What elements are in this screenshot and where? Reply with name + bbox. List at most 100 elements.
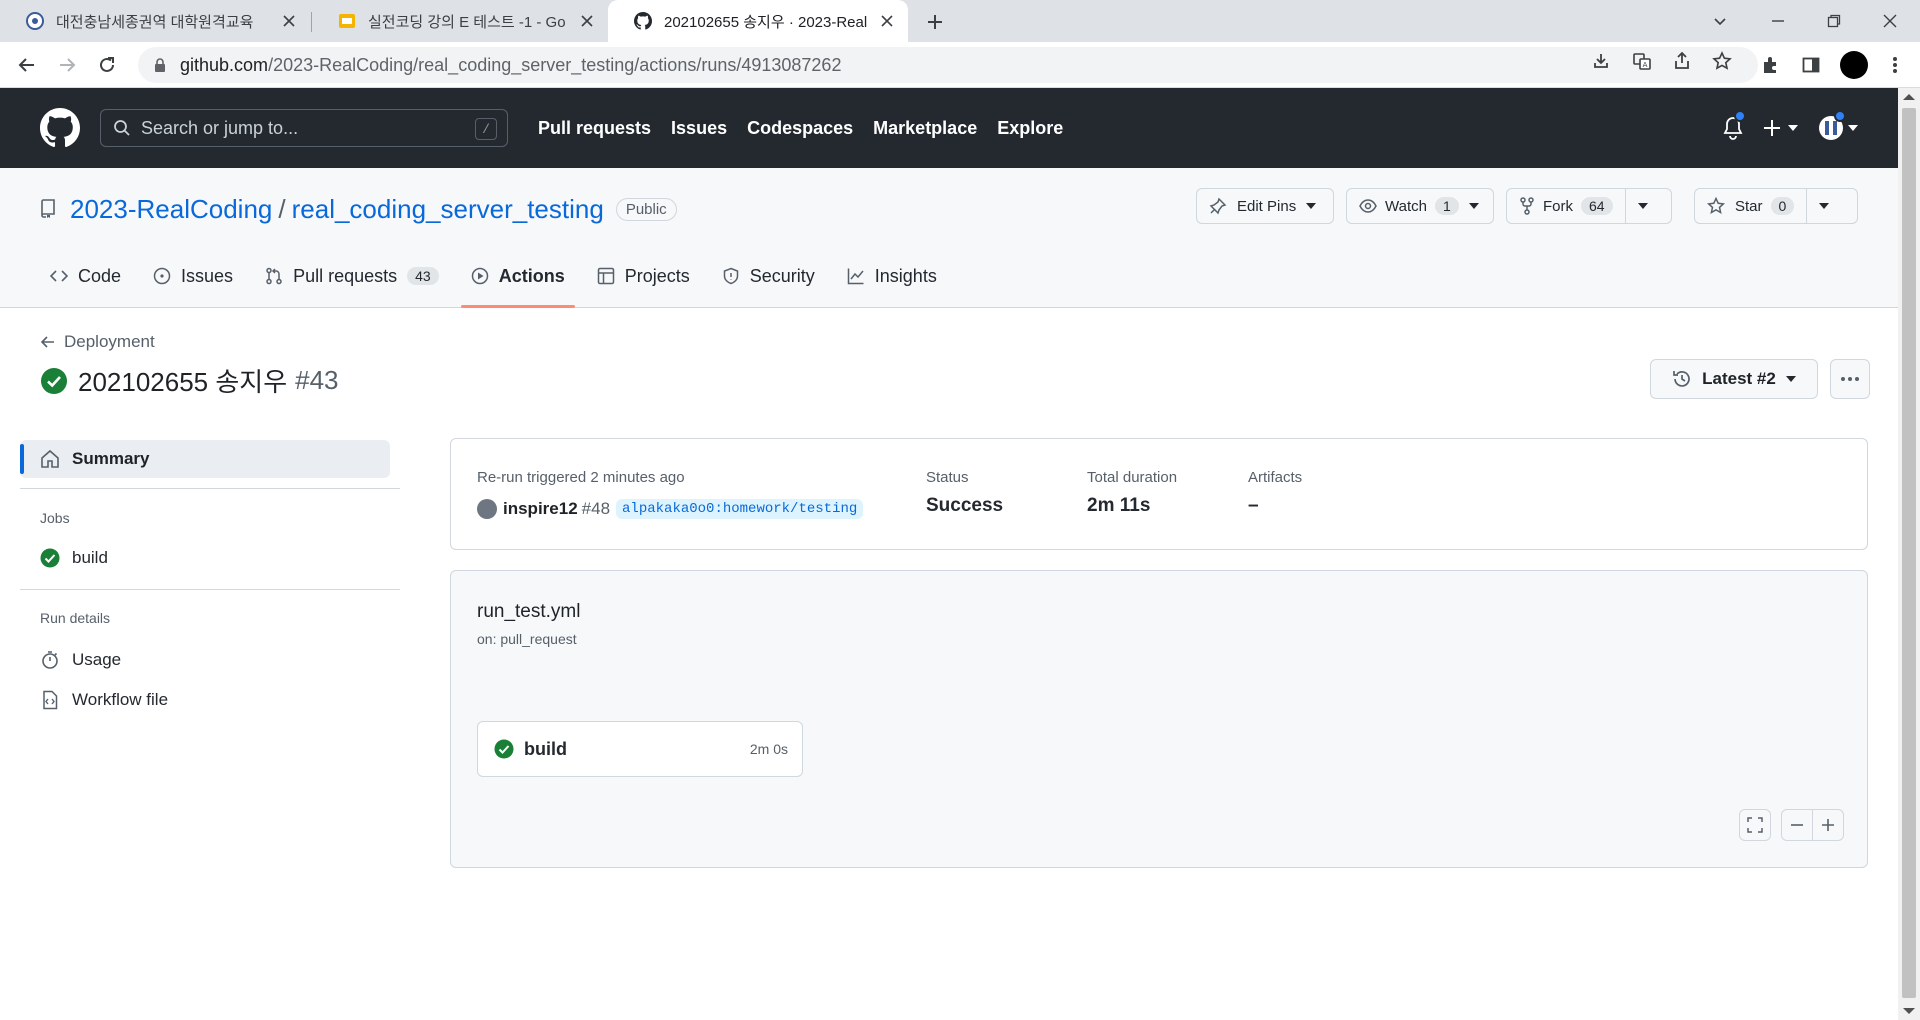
workflow-graph-card: run_test.yml on: pull_request build 2m 0… bbox=[450, 570, 1868, 868]
browser-tab-2[interactable]: 실전코딩 강의 E 테스트 -1 - Go bbox=[312, 0, 608, 42]
home-icon bbox=[41, 449, 59, 468]
side-panel-icon[interactable] bbox=[1800, 54, 1822, 76]
minimize-window-icon[interactable] bbox=[1750, 0, 1806, 42]
artifacts-value: – bbox=[1248, 495, 1259, 516]
tab-label: Projects bbox=[624, 265, 690, 286]
tab-actions[interactable]: Actions bbox=[460, 256, 575, 308]
edit-pins-label: Edit Pins bbox=[1237, 197, 1297, 215]
sidebar-item-build-job[interactable]: build bbox=[40, 548, 108, 568]
tab-insights[interactable]: Insights bbox=[837, 256, 947, 296]
edit-pins-button[interactable]: Edit Pins bbox=[1196, 188, 1334, 224]
stopwatch-icon bbox=[42, 651, 58, 669]
search-shortcut-hint: / bbox=[475, 118, 497, 140]
nav-pull-requests[interactable]: Pull requests bbox=[538, 118, 651, 139]
star-button[interactable]: Star 0 bbox=[1695, 189, 1806, 223]
job-node-build[interactable]: build 2m 0s bbox=[477, 721, 803, 777]
scroll-down-arrow-icon[interactable] bbox=[1903, 1008, 1915, 1014]
search-icon bbox=[113, 119, 131, 137]
close-tab-icon[interactable] bbox=[878, 12, 896, 30]
status-value: Success bbox=[926, 495, 1004, 516]
close-tab-icon[interactable] bbox=[578, 12, 596, 30]
tab-label: Security bbox=[749, 265, 815, 286]
user-avatar-menu[interactable] bbox=[1818, 110, 1858, 140]
nav-codespaces[interactable]: Codespaces bbox=[747, 118, 853, 139]
back-to-workflow-link[interactable]: Deployment bbox=[40, 332, 155, 352]
new-tab-plus-icon[interactable] bbox=[922, 9, 948, 35]
artifacts-label: Artifacts bbox=[1248, 469, 1303, 486]
scroll-up-arrow-icon[interactable] bbox=[1903, 94, 1915, 100]
reload-icon[interactable] bbox=[92, 50, 122, 80]
pin-icon bbox=[1209, 197, 1227, 215]
browser-tab-1[interactable]: 대전충남세종권역 대학원격교육 bbox=[0, 0, 310, 42]
fork-dropdown[interactable] bbox=[1626, 189, 1660, 223]
star-dropdown[interactable] bbox=[1807, 189, 1841, 223]
sidebar-job-label: build bbox=[72, 548, 108, 567]
run-actor: inspire12 #48 alpakaka0o0:homework/testi… bbox=[477, 499, 864, 519]
translate-icon[interactable]: A bbox=[1631, 50, 1653, 72]
repo-title: 2023-RealCoding / real_coding_server_tes… bbox=[40, 192, 677, 226]
check-circle-fill-icon bbox=[40, 367, 68, 395]
share-icon[interactable] bbox=[1671, 50, 1693, 72]
actor-avatar[interactable] bbox=[477, 499, 497, 519]
star-icon bbox=[1707, 197, 1725, 215]
forward-arrow-icon[interactable] bbox=[52, 50, 82, 80]
profile-avatar[interactable] bbox=[1840, 51, 1868, 79]
job-node-duration: 2m 0s bbox=[749, 741, 788, 757]
sidebar-summary-label: Summary bbox=[72, 449, 150, 468]
screen-full-icon bbox=[1747, 817, 1763, 833]
watch-button[interactable]: Watch 1 bbox=[1346, 188, 1494, 224]
sidebar-item-usage[interactable]: Usage bbox=[40, 650, 121, 670]
sidebar-item-workflow-file[interactable]: Workflow file bbox=[40, 690, 168, 710]
tab-code[interactable]: Code bbox=[40, 256, 131, 296]
github-search-input[interactable]: Search or jump to... / bbox=[100, 109, 508, 147]
github-global-nav: Pull requests Issues Codespaces Marketpl… bbox=[538, 88, 1083, 168]
scrollbar-thumb[interactable] bbox=[1902, 108, 1916, 998]
sidebar-usage-label: Usage bbox=[72, 650, 122, 669]
actor-name-link[interactable]: inspire12 bbox=[503, 499, 578, 519]
nav-issues[interactable]: Issues bbox=[671, 118, 727, 139]
close-window-icon[interactable] bbox=[1862, 0, 1918, 42]
install-app-icon[interactable] bbox=[1590, 50, 1612, 72]
page-scrollbar[interactable] bbox=[1898, 88, 1920, 1020]
run-number: #43 bbox=[295, 365, 339, 395]
shield-icon bbox=[723, 267, 738, 285]
fullscreen-button[interactable] bbox=[1739, 809, 1771, 841]
zoom-in-button[interactable] bbox=[1812, 809, 1844, 841]
job-node-name: build bbox=[524, 738, 567, 759]
check-circle-fill-icon bbox=[494, 739, 514, 759]
browser-menu-icon[interactable] bbox=[1884, 54, 1906, 76]
branch-label[interactable]: alpakaka0o0:homework/testing bbox=[616, 499, 864, 519]
browser-tab-active[interactable]: 202102655 송지우 · 2023-RealC bbox=[608, 0, 908, 42]
workflow-file-name[interactable]: run_test.yml bbox=[477, 601, 580, 623]
more-options-button[interactable] bbox=[1830, 359, 1870, 399]
fork-button[interactable]: Fork 64 bbox=[1507, 189, 1625, 223]
sidebar-item-summary[interactable]: Summary bbox=[20, 440, 390, 478]
tab-projects[interactable]: Projects bbox=[587, 256, 700, 296]
attempt-select-button[interactable]: Latest #2 bbox=[1650, 359, 1818, 399]
extensions-puzzle-icon[interactable] bbox=[1760, 54, 1782, 76]
chevron-down-icon bbox=[1788, 125, 1798, 131]
lock-icon bbox=[152, 57, 168, 73]
tab-search-chevron-icon[interactable] bbox=[1692, 0, 1748, 42]
tab-label: Actions bbox=[498, 265, 565, 286]
repo-owner-link[interactable]: 2023-RealCoding bbox=[70, 194, 272, 225]
tab-security[interactable]: Security bbox=[712, 256, 825, 296]
tab-issues[interactable]: Issues bbox=[143, 256, 243, 296]
close-tab-icon[interactable] bbox=[280, 12, 298, 30]
restore-window-icon[interactable] bbox=[1806, 0, 1862, 42]
pull-request-link[interactable]: #48 bbox=[582, 499, 610, 519]
github-logo-icon[interactable] bbox=[40, 108, 80, 148]
repo-path-separator: / bbox=[278, 193, 286, 224]
watch-label: Watch bbox=[1385, 197, 1427, 215]
nav-marketplace[interactable]: Marketplace bbox=[873, 118, 977, 139]
create-new-plus-icon[interactable] bbox=[1762, 116, 1798, 140]
nav-explore[interactable]: Explore bbox=[997, 118, 1063, 139]
repo-name-link[interactable]: real_coding_server_testing bbox=[292, 194, 604, 225]
zoom-out-button[interactable] bbox=[1781, 809, 1813, 841]
tab-pull-requests[interactable]: Pull requests 43 bbox=[255, 256, 449, 296]
address-bar[interactable]: github.com/2023-RealCoding/real_coding_s… bbox=[138, 47, 1758, 83]
bookmark-star-icon[interactable] bbox=[1711, 50, 1733, 72]
back-arrow-icon[interactable] bbox=[12, 50, 42, 80]
url-path: /2023-RealCoding/real_coding_server_test… bbox=[268, 54, 842, 75]
notifications-bell-icon[interactable] bbox=[1722, 110, 1746, 140]
